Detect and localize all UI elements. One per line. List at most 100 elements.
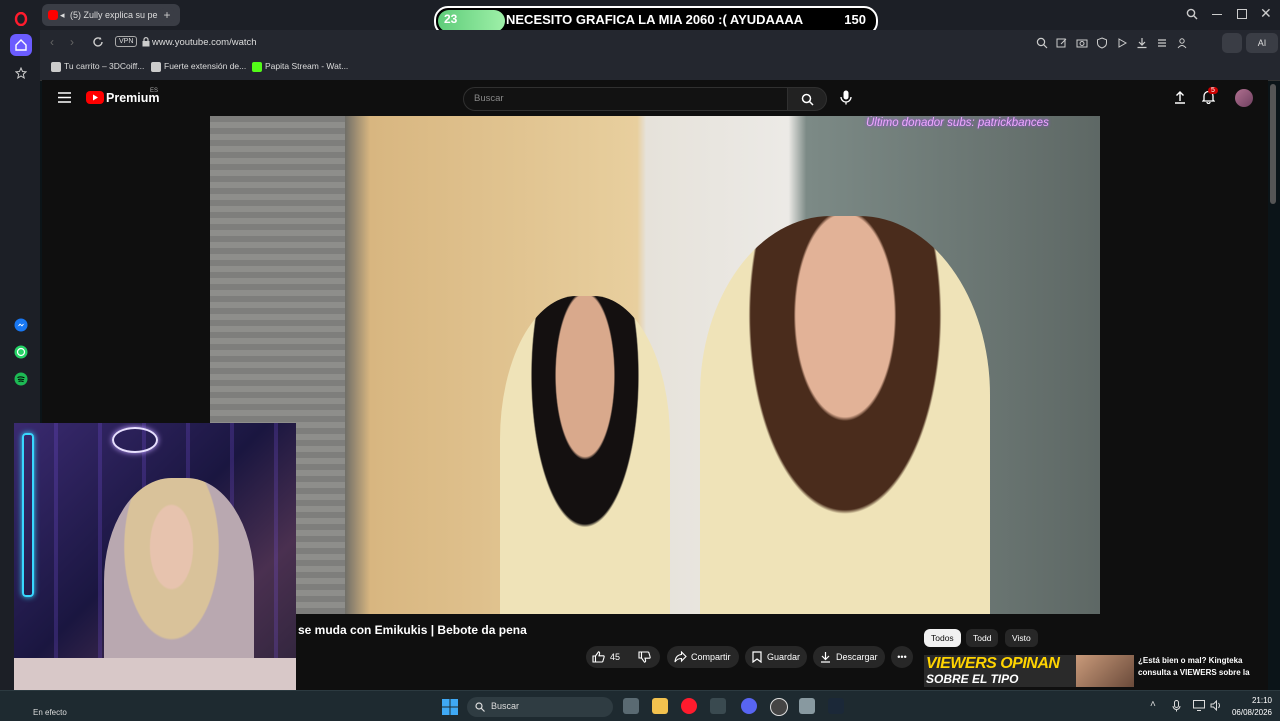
ai-label: AI: [1257, 38, 1267, 48]
chip-todd[interactable]: Todd: [966, 629, 999, 647]
new-tab-button[interactable]: +: [160, 8, 174, 22]
zoom-icon[interactable]: [1036, 37, 1048, 49]
thumbnail-text-1: VIEWERS OPINAN: [926, 655, 1060, 672]
youtube-logo-icon[interactable]: [86, 91, 104, 104]
edit-icon[interactable]: [1056, 37, 1068, 49]
obs-icon[interactable]: [770, 698, 788, 716]
chip-label: Visto: [1012, 633, 1031, 643]
play-icon[interactable]: [1116, 37, 1128, 49]
vpn-badge[interactable]: VPN: [115, 36, 138, 47]
clock-date[interactable]: 06/08/2026: [1226, 708, 1272, 717]
taskbar-status-text: En efecto: [33, 708, 67, 717]
region-code: ES: [150, 88, 159, 94]
clock-time[interactable]: 21:10: [1230, 696, 1272, 705]
minimize-icon[interactable]: [1212, 14, 1222, 16]
avatar[interactable]: [1235, 89, 1253, 107]
tab-title: (5) Zully explica su pe: [70, 10, 158, 20]
video-frame: Último donador subs: patrickbances: [210, 116, 1100, 614]
neon-light-bar: [22, 433, 34, 597]
download-label: Descargar: [836, 652, 878, 662]
goal-text: NECESITO GRAFICA LA MIA 2060 :( AYUDAAAA: [506, 12, 804, 27]
windows-taskbar: En efecto Buscar ˄ 21:10 06/08/2026: [0, 690, 1280, 721]
chip-todos[interactable]: Todos: [924, 629, 961, 647]
notification-count-badge: 5: [1208, 87, 1218, 94]
windows-start-icon[interactable]: [442, 699, 458, 715]
chip-label: Todos: [931, 633, 954, 643]
download-button[interactable]: Descargar: [813, 646, 885, 668]
download-icon[interactable]: [1136, 37, 1148, 49]
ai-button[interactable]: AI: [1246, 33, 1278, 53]
home-icon[interactable]: [10, 34, 32, 56]
opera-taskbar-icon[interactable]: [681, 698, 697, 714]
like-button[interactable]: [592, 651, 605, 663]
close-icon[interactable]: ✕: [1260, 5, 1272, 22]
file-explorer-icon[interactable]: [652, 698, 668, 714]
streamer-webcam-overlay: [14, 423, 296, 708]
more-dots-icon: •••: [897, 652, 907, 662]
tray-chevron-icon[interactable]: ˄: [1150, 699, 1156, 710]
opera-logo-icon[interactable]: [10, 8, 32, 30]
thumbnail-text-2: SOBRE EL TIPO: [926, 672, 1019, 686]
share-button[interactable]: Compartir: [667, 646, 739, 668]
share-label: Compartir: [691, 652, 731, 662]
extension-icon[interactable]: [1222, 33, 1242, 53]
task-view-icon[interactable]: [623, 698, 639, 714]
tab-search-icon[interactable]: [1186, 8, 1198, 20]
reload-icon[interactable]: [92, 36, 104, 48]
messenger-icon[interactable]: [10, 314, 32, 336]
bookmark-favicon-icon: [151, 61, 161, 72]
suggested-title-line2[interactable]: consulta a VIEWERS sobre la: [1138, 668, 1250, 677]
url-field[interactable]: www.youtube.com/watch: [152, 33, 1032, 53]
search-icon: [801, 93, 814, 106]
like-count: 45: [610, 652, 621, 662]
camera-icon[interactable]: [1076, 37, 1088, 49]
thumbs-down-icon: [638, 651, 651, 663]
save-button[interactable]: Guardar: [745, 646, 807, 668]
youtube-search-input[interactable]: Buscar: [463, 87, 789, 111]
goal-current: 23: [444, 12, 458, 26]
dislike-button[interactable]: [638, 651, 651, 663]
bookmarks-bar: Tu carrito – 3DCoiff... Fuerte extensión…: [40, 56, 1280, 81]
menu-icon[interactable]: [1156, 37, 1168, 49]
bookmark-favicon-icon: [51, 61, 61, 72]
overlay-donor-text: Último donador subs: patrickbances: [866, 117, 1049, 129]
chip-label: Todd: [973, 633, 992, 643]
bookmark-item[interactable]: Tu carrito – 3DCoiff...: [51, 61, 144, 72]
more-options-button[interactable]: •••: [891, 646, 913, 668]
volume-icon[interactable]: [1210, 700, 1222, 711]
like-dislike-group: 45: [586, 646, 660, 668]
discord-icon[interactable]: [741, 698, 757, 714]
address-bar-row: ‹ › VPN www.youtube.com/watch AI: [40, 30, 1280, 56]
kick-favicon-icon: [252, 61, 262, 72]
steam-icon[interactable]: [828, 698, 844, 714]
forward-icon[interactable]: ›: [70, 35, 74, 49]
whatsapp-icon[interactable]: [10, 341, 32, 363]
download-icon: [821, 652, 830, 663]
voice-search-icon[interactable]: [840, 90, 852, 105]
bookmark-label: Fuerte extensión de...: [164, 61, 247, 71]
profile-icon[interactable]: [1176, 37, 1188, 49]
bookmark-item[interactable]: Fuerte extensión de...: [151, 61, 246, 72]
spotify-icon[interactable]: [10, 368, 32, 390]
maximize-icon[interactable]: [1237, 9, 1247, 19]
chip-visto[interactable]: Visto: [1005, 629, 1038, 647]
display-icon[interactable]: [1193, 700, 1205, 711]
shield-icon[interactable]: [1096, 37, 1108, 49]
settings-gear-icon[interactable]: [799, 698, 815, 714]
bookmark-item[interactable]: Papita Stream - Wat...: [252, 61, 348, 72]
page-scrollbar[interactable]: [1270, 84, 1276, 204]
thumbs-up-icon: [592, 651, 605, 663]
upload-icon[interactable]: [1174, 91, 1186, 104]
app-taskbar-icon[interactable]: [710, 698, 726, 714]
star-icon[interactable]: [10, 62, 32, 84]
back-icon[interactable]: ‹: [50, 35, 54, 49]
search-button[interactable]: [787, 87, 827, 111]
url-text: www.youtube.com/watch: [152, 37, 257, 48]
neon-sign-icon: [112, 427, 158, 453]
person-right: [700, 216, 990, 614]
microphone-icon[interactable]: [1172, 700, 1181, 712]
suggested-title-line1[interactable]: ¿Está bien o mal? Kingteka: [1138, 656, 1242, 665]
taskbar-search-box[interactable]: Buscar: [467, 697, 613, 717]
hamburger-menu-icon[interactable]: [58, 92, 71, 103]
suggested-video-thumbnail[interactable]: VIEWERS OPINAN SOBRE EL TIPO: [924, 655, 1134, 687]
